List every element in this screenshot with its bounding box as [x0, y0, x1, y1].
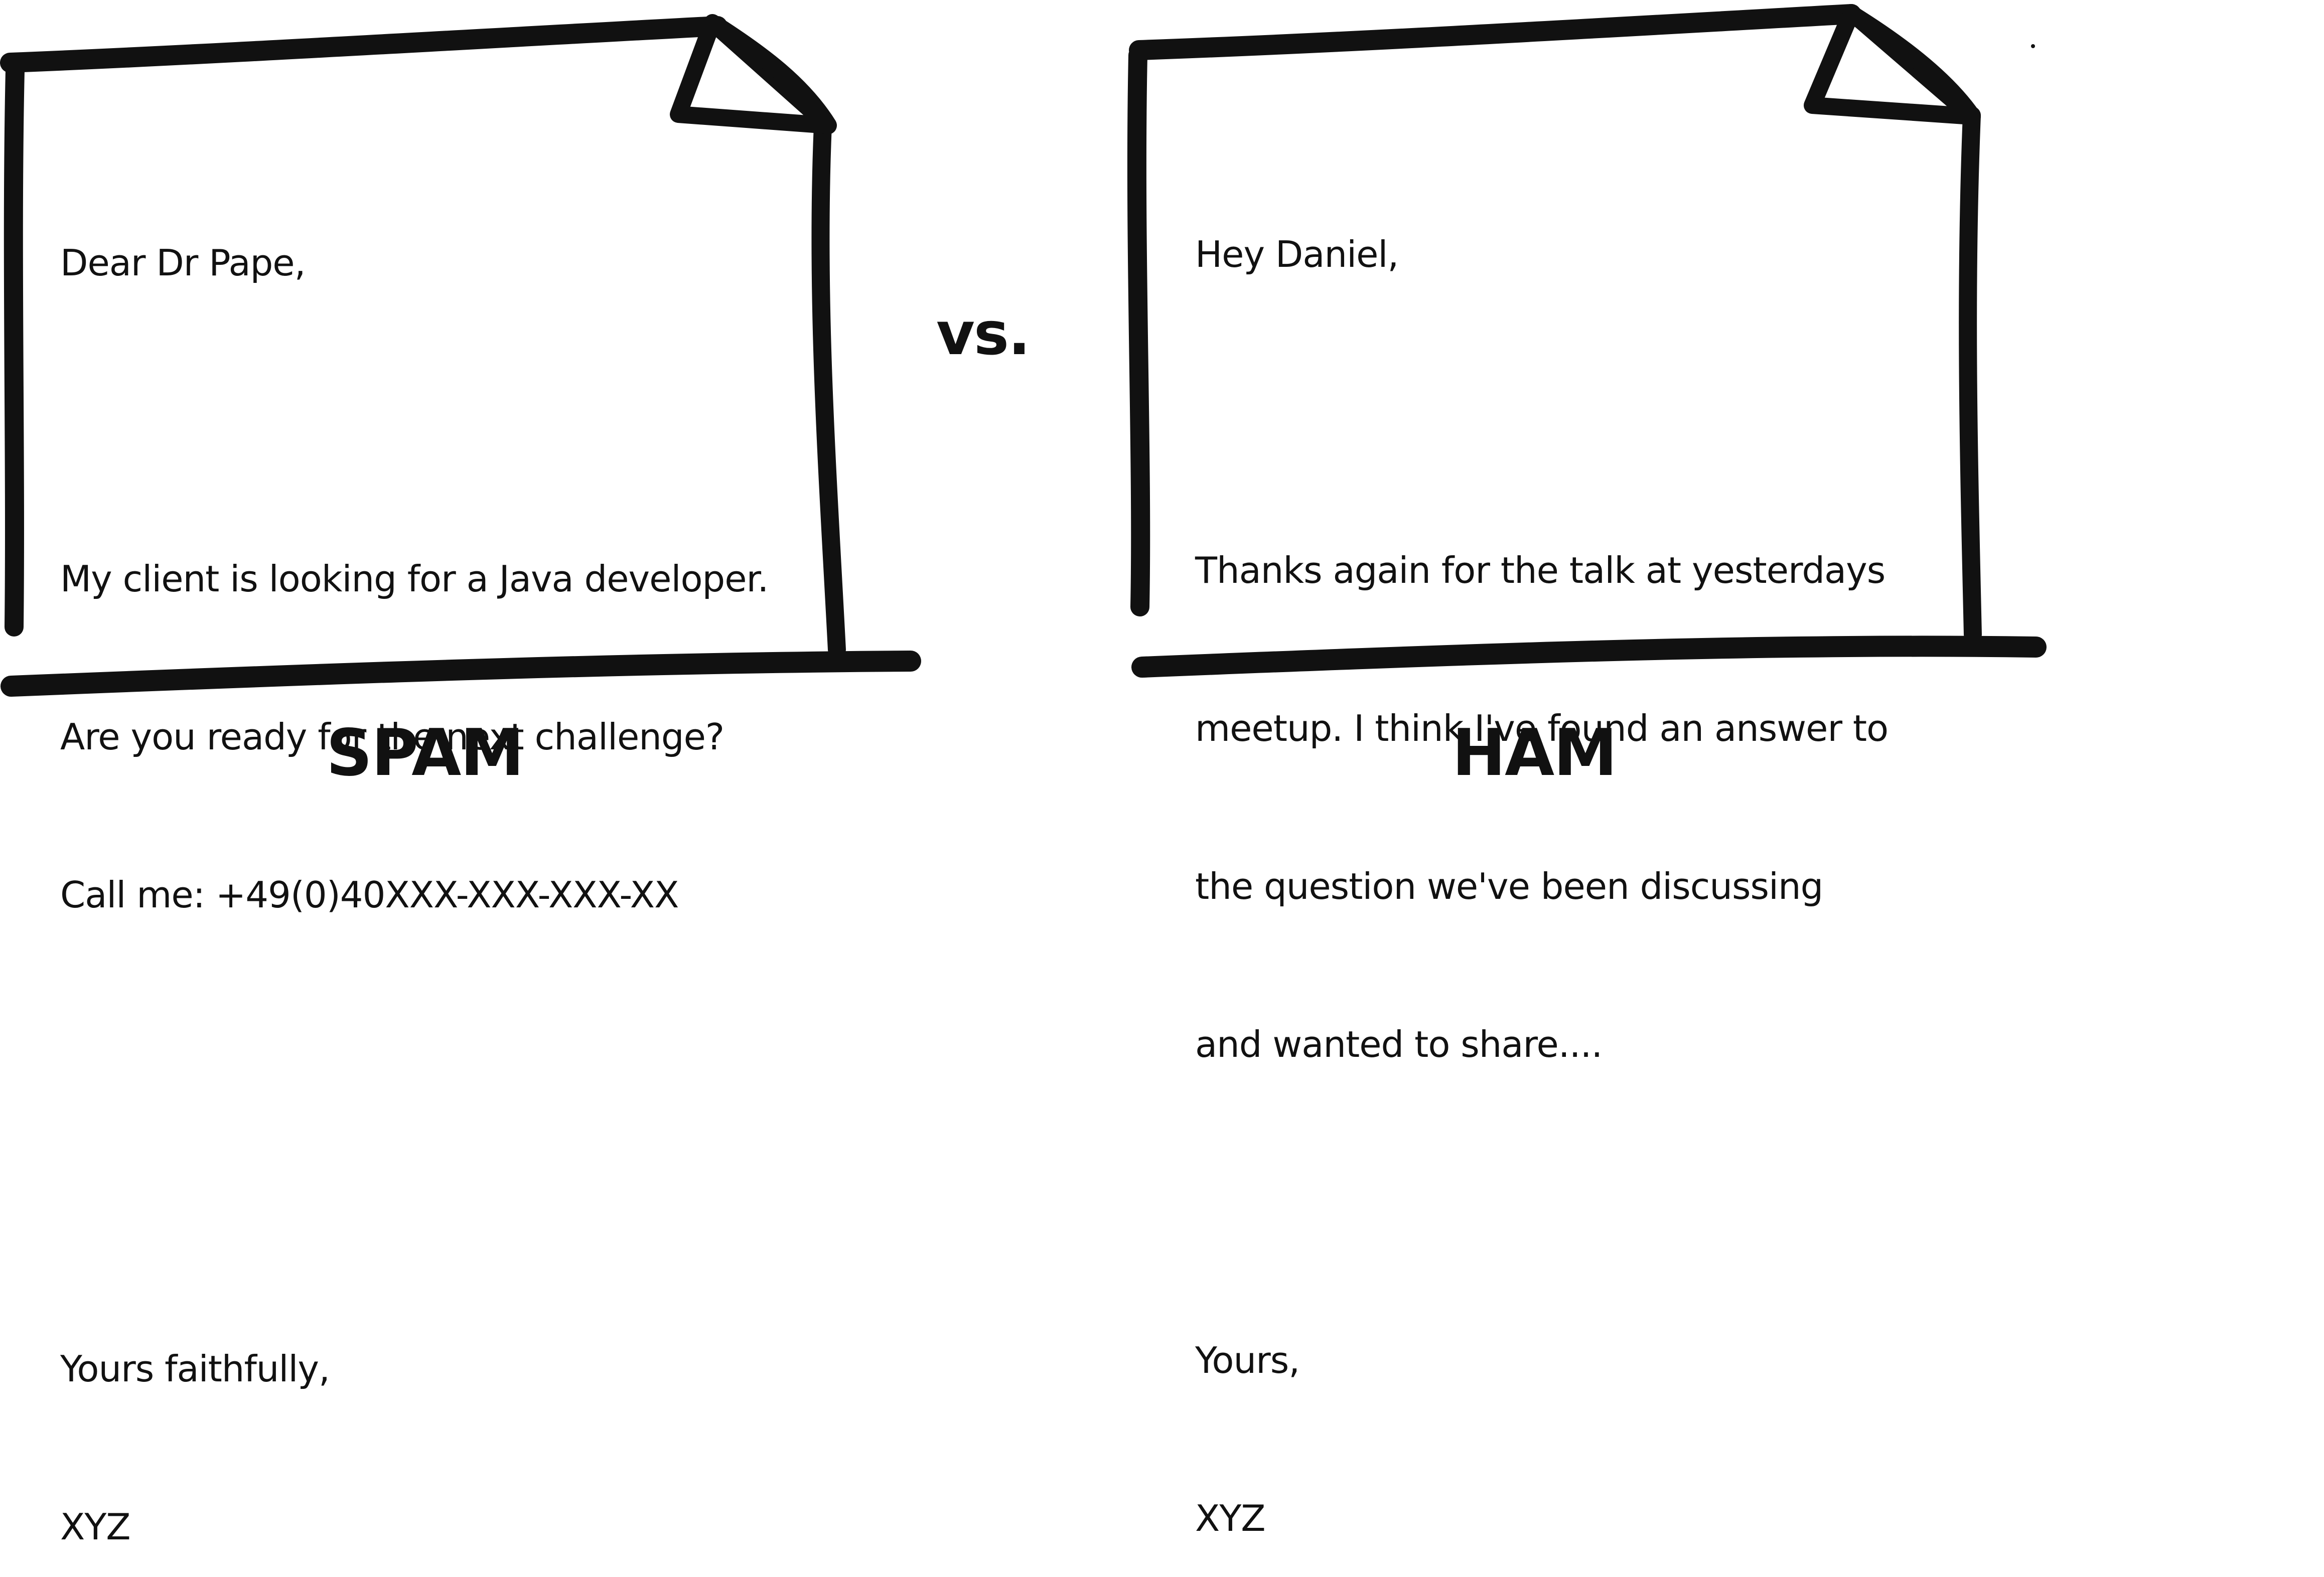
ham-letter-line: the question we've been discussing: [1195, 865, 1823, 907]
ham-letter-line: [1195, 1176, 1888, 1229]
spam-letter-line: My client is looking for a Java develope…: [60, 558, 769, 600]
ham-letter-line: Thanks again for the talk at yesterdays: [1195, 549, 1885, 591]
ham-letter-line: XYZ: [1195, 1497, 1266, 1539]
spam-letter-line: [60, 395, 768, 447]
ham-letter-line: and wanted to share....: [1195, 1023, 1603, 1065]
spam-letter-line: Dear Dr Pape,: [60, 242, 306, 284]
spam-letter-line: [60, 1027, 768, 1079]
ham-letter-text: Hey Daniel, Thanks again for the talk at…: [1195, 123, 1889, 1577]
vs-label: vs.: [936, 299, 1031, 368]
spam-letter-text: Dear Dr Pape, My client is looking for a…: [60, 131, 769, 1577]
spam-letter-line: [60, 1185, 768, 1237]
spam-label: SPAM: [326, 716, 524, 791]
stray-dot: [2031, 44, 2035, 48]
ham-label: HAM: [1452, 716, 1618, 791]
ham-letter-line: Hey Daniel,: [1195, 233, 1399, 275]
ham-letter-line: [1195, 386, 1888, 439]
spam-letter-line: Call me: +49(0)40XXX-XXX-XXX-XX: [60, 874, 679, 916]
spam-letter-line: XYZ: [60, 1506, 131, 1548]
spam-letter-line: Yours faithfully,: [60, 1348, 330, 1390]
ham-letter-line: Yours,: [1195, 1339, 1300, 1381]
